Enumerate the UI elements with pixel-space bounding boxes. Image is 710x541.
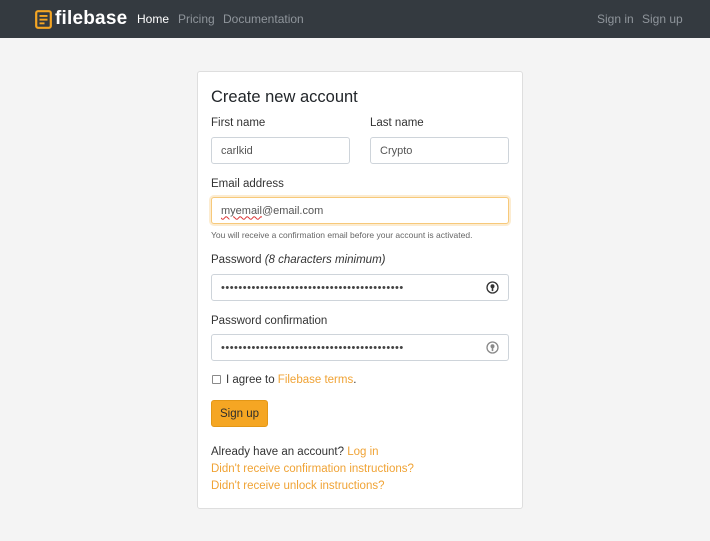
password-label-text: Password (211, 254, 262, 266)
password-field[interactable]: ••••••••••••••••••••••••••••••••••••••••… (211, 274, 509, 301)
email-help-text: You will receive a confirmation email be… (211, 230, 473, 240)
brand[interactable]: filebase (35, 7, 127, 31)
terms-suffix: . (353, 374, 357, 386)
password-label: Password (8 characters minimum) (211, 254, 385, 266)
unlock-instructions-line: Didn't receive unlock instructions? (211, 480, 385, 492)
email-field[interactable]: myemail @email.com (211, 197, 509, 224)
email-value-rest: @email.com (261, 204, 324, 217)
confirmation-instructions-line: Didn't receive confirmation instructions… (211, 463, 414, 475)
first-name-label: First name (211, 117, 266, 129)
brand-name: filebase (55, 8, 128, 29)
last-name-field[interactable]: Crypto (370, 137, 509, 164)
password-hint: (8 characters minimum) (264, 254, 386, 266)
page-title: Create new account (211, 88, 358, 106)
log-in-link[interactable]: Log in (347, 446, 378, 458)
filebase-logo-icon (35, 9, 52, 29)
nav-sign-up[interactable]: Sign up (642, 12, 683, 26)
email-label: Email address (211, 178, 284, 190)
email-value-spellcheck: myemail (221, 204, 262, 217)
top-navbar: filebase Home Pricing Documentation Sign… (0, 0, 710, 38)
nav-sign-in[interactable]: Sign in (597, 12, 634, 26)
terms-label: I agree to Filebase terms. (226, 374, 356, 386)
eye-icon[interactable] (486, 281, 499, 294)
confirmation-instructions-link[interactable]: Didn't receive confirmation instructions… (211, 463, 414, 475)
nav-home[interactable]: Home (137, 12, 169, 26)
first-name-value: carlkid (221, 144, 253, 157)
have-account-text: Already have an account? (211, 446, 344, 458)
password-masked-value: ••••••••••••••••••••••••••••••••••••••••… (221, 281, 404, 294)
terms-checkbox[interactable] (212, 375, 221, 384)
nav-pricing[interactable]: Pricing (178, 12, 215, 26)
first-name-field[interactable]: carlkid (211, 137, 350, 164)
sign-up-button[interactable]: Sign up (211, 400, 268, 427)
password-confirmation-field[interactable]: ••••••••••••••••••••••••••••••••••••••••… (211, 334, 509, 361)
nav-documentation[interactable]: Documentation (223, 12, 304, 26)
last-name-value: Crypto (380, 144, 413, 157)
terms-prefix: I agree to (226, 374, 275, 386)
signup-card: Create new account First name carlkid La… (197, 71, 523, 509)
login-prompt: Already have an account? Log in (211, 446, 379, 458)
last-name-label: Last name (370, 117, 424, 129)
terms-link[interactable]: Filebase terms (278, 374, 353, 386)
eye-icon[interactable] (486, 341, 499, 354)
password-confirmation-masked-value: ••••••••••••••••••••••••••••••••••••••••… (221, 341, 404, 354)
unlock-instructions-link[interactable]: Didn't receive unlock instructions? (211, 480, 385, 492)
password-confirmation-label: Password confirmation (211, 315, 328, 327)
